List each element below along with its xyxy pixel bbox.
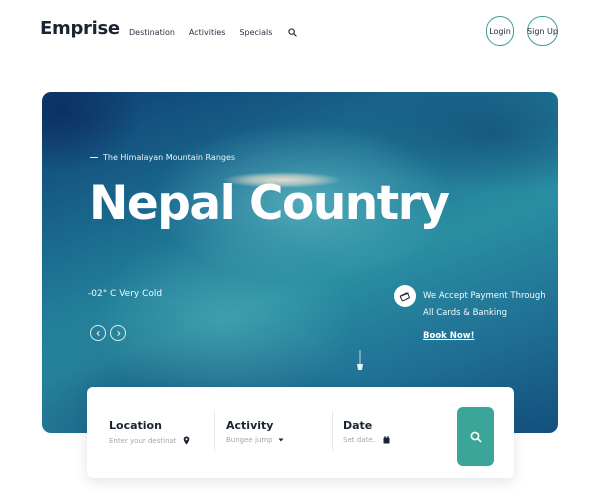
location-label: Location — [109, 419, 162, 432]
search-icon — [470, 431, 481, 442]
hero-subtitle: The Himalayan Mountain Ranges — [90, 153, 235, 162]
search-button[interactable] — [457, 407, 494, 466]
previous-slide-button[interactable] — [90, 325, 106, 341]
brand-logo[interactable]: Emprise — [40, 18, 120, 39]
location-field: Location — [109, 414, 190, 445]
next-slide-button[interactable] — [110, 325, 126, 341]
dash-icon — [90, 157, 98, 158]
hero-banner: The Himalayan Mountain Ranges Nepal Coun… — [42, 92, 558, 433]
hero-title: Nepal Country — [89, 176, 450, 231]
activity-input[interactable] — [226, 436, 272, 444]
hero-subtitle-text: The Himalayan Mountain Ranges — [103, 153, 236, 162]
date-label: Date — [343, 419, 373, 432]
activity-label: Activity — [226, 419, 274, 432]
arrow-left-icon — [96, 330, 100, 336]
location-input[interactable] — [109, 436, 177, 445]
login-button[interactable]: Login — [486, 16, 514, 46]
nav-link-specials[interactable]: Specials — [239, 28, 272, 37]
search-icon[interactable] — [286, 26, 298, 38]
field-divider — [214, 411, 215, 451]
field-divider — [332, 411, 333, 451]
main-nav: Destination Activities Specials — [129, 26, 298, 38]
map-pin-icon — [183, 436, 190, 445]
arrow-right-icon — [116, 330, 120, 336]
payment-card-icon — [394, 285, 416, 307]
nav-link-activities[interactable]: Activities — [189, 28, 226, 37]
caret-down-icon[interactable] — [278, 438, 284, 442]
weather-text: -02° C Very Cold — [88, 289, 163, 299]
search-panel: Location Activity Date — [87, 387, 514, 478]
payment-line-2: All Cards & Banking — [423, 308, 508, 318]
book-now-link[interactable]: Book Now! — [423, 331, 474, 341]
payment-line-1: We Accept Payment Through — [423, 291, 546, 301]
date-field: Date — [343, 414, 390, 444]
activity-field: Activity — [226, 414, 284, 444]
date-input[interactable] — [343, 436, 377, 444]
payment-info: We Accept Payment Through All Cards & Ba… — [423, 288, 546, 322]
calendar-icon[interactable] — [383, 436, 390, 444]
sign-up-button[interactable]: Sign Up — [527, 16, 558, 46]
nav-link-destination[interactable]: Destination — [129, 28, 175, 37]
boat-icon — [357, 350, 363, 370]
